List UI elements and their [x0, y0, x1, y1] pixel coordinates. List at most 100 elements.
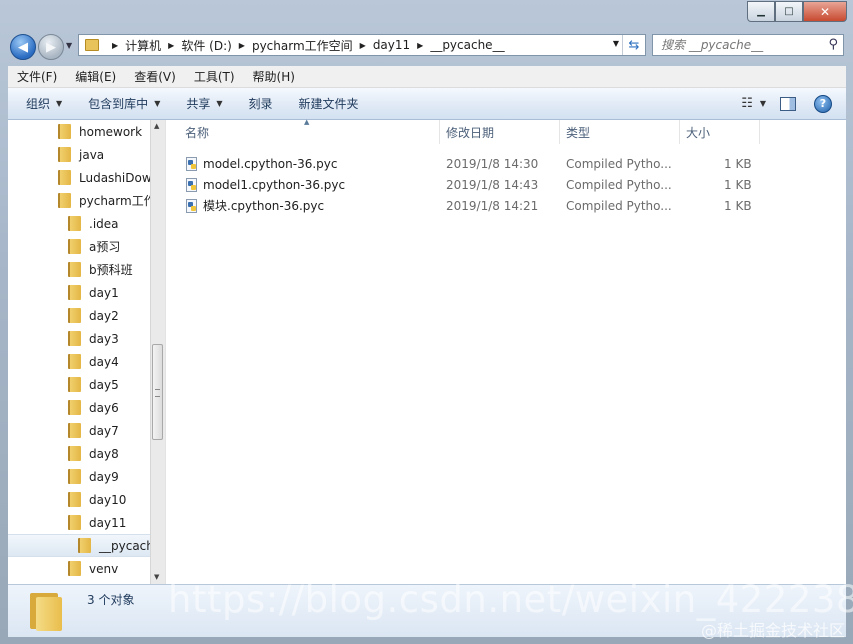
- column-header: ▲ 名称 修改日期 类型 大小: [166, 118, 766, 144]
- burn-button[interactable]: 刻录: [236, 95, 286, 112]
- nav-scrollbar[interactable]: ▲ ▼: [150, 120, 165, 584]
- chevron-right-icon[interactable]: ▶: [417, 41, 423, 50]
- tree-item[interactable]: pycharm工作: [8, 189, 150, 212]
- view-options-button[interactable]: ☷ ▼: [741, 96, 766, 111]
- python-file-icon: [186, 177, 197, 192]
- history-dropdown-icon[interactable]: ▼: [66, 41, 72, 50]
- column-name[interactable]: 名称: [166, 120, 440, 144]
- tree-item[interactable]: __pycach: [8, 534, 150, 557]
- chevron-down-icon: ▼: [154, 99, 161, 108]
- address-dropdown-icon[interactable]: ▼: [613, 39, 619, 48]
- file-row[interactable]: model.cpython-36.pyc 2019/1/8 14:30 Compil…: [166, 153, 766, 174]
- breadcrumb-item[interactable]: 软件 (D:): [181, 37, 231, 54]
- tree-item[interactable]: .idea: [8, 212, 150, 235]
- tree-item[interactable]: day3: [8, 327, 150, 350]
- scrollbar-thumb[interactable]: [152, 344, 163, 440]
- tree-item-label: day1: [89, 285, 119, 300]
- breadcrumb-item[interactable]: __pycache__: [430, 38, 504, 52]
- tree-item[interactable]: day9: [8, 465, 150, 488]
- file-type: Compiled Pytho...: [566, 198, 672, 213]
- tree-item[interactable]: java: [8, 143, 150, 166]
- share-button[interactable]: 共享 ▼: [173, 95, 235, 112]
- folder-icon: [68, 285, 81, 300]
- menu-help[interactable]: 帮助(H): [244, 68, 304, 85]
- folder-icon: [68, 423, 81, 438]
- file-row[interactable]: model1.cpython-36.pyc 2019/1/8 14:43 Compi…: [166, 174, 766, 195]
- forward-button[interactable]: ▶: [38, 34, 64, 60]
- tree-item[interactable]: day8: [8, 442, 150, 465]
- folder-icon: [58, 193, 71, 208]
- menu-view[interactable]: 查看(V): [125, 68, 185, 85]
- help-icon[interactable]: ?: [814, 94, 832, 113]
- tree-item[interactable]: day5: [8, 373, 150, 396]
- file-name-cell: 模块.cpython-36.pyc: [186, 195, 324, 216]
- command-bar: 组织 ▼ 包含到库中 ▼ 共享 ▼ 刻录 新建文件夹 ☷ ▼ ?: [8, 88, 846, 120]
- minimize-button[interactable]: ▁: [747, 1, 775, 22]
- share-label: 共享: [186, 97, 211, 111]
- explorer-window: ▁ □ ✕ ◀ ▶ ▼ ▶ 计算机 ▶ 软件 (D:) ▶ pycharm工作空间 ▶ da…: [0, 0, 853, 644]
- close-button[interactable]: ✕: [803, 1, 847, 22]
- new-folder-button[interactable]: 新建文件夹: [286, 95, 372, 112]
- tree-item-label: .idea: [89, 216, 119, 231]
- tree-item[interactable]: day2: [8, 304, 150, 327]
- tree-item[interactable]: venv: [8, 557, 150, 580]
- file-date: 2019/1/8 14:30: [446, 156, 539, 171]
- tree-item-label: day11: [89, 515, 127, 530]
- tree-item[interactable]: day6: [8, 396, 150, 419]
- breadcrumb-item[interactable]: day11: [373, 38, 410, 52]
- organize-button[interactable]: 组织 ▼: [8, 95, 75, 112]
- address-bar[interactable]: ▶ 计算机 ▶ 软件 (D:) ▶ pycharm工作空间 ▶ day11 ▶ __pycach…: [78, 34, 646, 56]
- maximize-button[interactable]: □: [775, 1, 803, 22]
- chevron-right-icon[interactable]: ▶: [112, 41, 118, 50]
- chevron-right-icon[interactable]: ▶: [360, 41, 366, 50]
- folder-icon: [68, 469, 81, 484]
- back-arrow-icon: ◀: [18, 39, 28, 55]
- breadcrumb: 计算机 ▶ 软件 (D:) ▶ pycharm工作空间 ▶ day11 ▶ __pycache_…: [125, 37, 504, 54]
- breadcrumb-item[interactable]: pycharm工作空间: [252, 37, 353, 54]
- tree-item[interactable]: a预习: [8, 235, 150, 258]
- file-type: Compiled Pytho...: [566, 156, 672, 171]
- folder-icon: [68, 216, 81, 231]
- tree-item[interactable]: day4: [8, 350, 150, 373]
- refresh-button[interactable]: ⇆: [622, 35, 645, 55]
- back-button[interactable]: ◀: [10, 34, 36, 60]
- grip-icon: [155, 389, 160, 397]
- breadcrumb-item[interactable]: 计算机: [125, 37, 161, 54]
- tree-item[interactable]: LudashiDow: [8, 166, 150, 189]
- folder-icon: [58, 124, 71, 139]
- scroll-up-icon[interactable]: ▲: [154, 122, 159, 130]
- tree-item[interactable]: b预科班: [8, 258, 150, 281]
- file-row[interactable]: 模块.cpython-36.pyc 2019/1/8 14:21 Compiled …: [166, 195, 766, 216]
- menu-tools[interactable]: 工具(T): [185, 68, 244, 85]
- chevron-right-icon[interactable]: ▶: [168, 41, 174, 50]
- search-icon[interactable]: ⚲: [828, 37, 838, 52]
- tree-item[interactable]: homework: [8, 120, 150, 143]
- tree-item[interactable]: day7: [8, 419, 150, 442]
- folder-icon: [68, 492, 81, 507]
- tree-item-label: venv: [89, 561, 119, 576]
- file-size: 1 KB: [724, 156, 752, 171]
- search-box[interactable]: ⚲: [652, 34, 844, 56]
- tree-item-label: day9: [89, 469, 119, 484]
- chevron-right-icon[interactable]: ▶: [239, 41, 245, 50]
- search-input[interactable]: [659, 37, 823, 53]
- tree-item[interactable]: day11: [8, 511, 150, 534]
- column-date[interactable]: 修改日期: [440, 120, 560, 144]
- toolbar-right: ☷ ▼ ?: [741, 88, 846, 119]
- menu-bar: 文件(F) 编辑(E) 查看(V) 工具(T) 帮助(H): [8, 66, 846, 88]
- preview-pane-icon[interactable]: [780, 96, 796, 111]
- column-type[interactable]: 类型: [560, 120, 680, 144]
- menu-edit[interactable]: 编辑(E): [66, 68, 125, 85]
- folder-icon: [58, 170, 71, 185]
- include-in-library-label: 包含到库中: [88, 97, 149, 111]
- scroll-down-icon[interactable]: ▼: [154, 573, 159, 581]
- tree-item[interactable]: day1: [8, 281, 150, 304]
- file-list: ▲ 名称 修改日期 类型 大小 model.cpython-36.pyc 2019…: [166, 118, 846, 584]
- tree-item-label: a预习: [89, 240, 121, 254]
- column-size[interactable]: 大小: [680, 120, 760, 144]
- include-in-library-button[interactable]: 包含到库中 ▼: [75, 95, 173, 112]
- file-name: 模块.cpython-36.pyc: [203, 199, 325, 213]
- tree-item[interactable]: day10: [8, 488, 150, 511]
- watermark-url: https://blog.csdn.net/weixin_42223833: [168, 578, 853, 621]
- menu-file[interactable]: 文件(F): [8, 68, 66, 85]
